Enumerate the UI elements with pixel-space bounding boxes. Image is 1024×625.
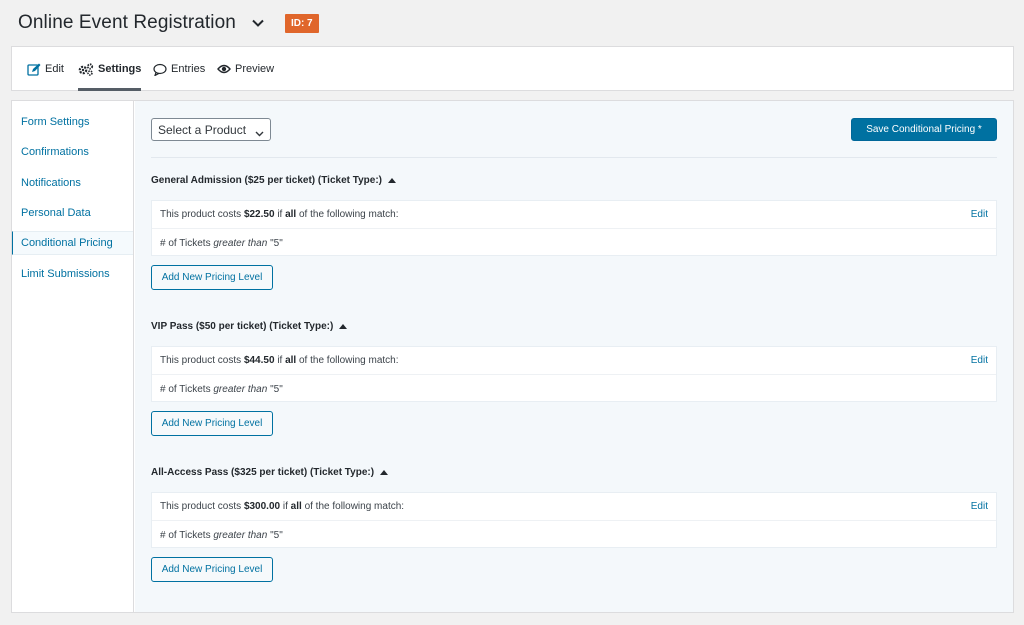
edit-icon [27,63,41,76]
product-select-value: Select a Product [158,122,247,137]
edit-link[interactable]: Edit [971,209,988,220]
condition-operator: greater than [213,383,268,395]
tab-settings-label: Settings [98,63,142,75]
edit-link[interactable]: Edit [971,501,988,512]
add-new-pricing-level-button[interactable]: Add New Pricing Level [151,265,273,290]
add-new-pricing-level-button[interactable]: Add New Pricing Level [151,411,273,436]
summary-suffix: of the following match: [299,209,399,220]
condition-value: "5" [270,529,283,541]
condition-operator: greater than [213,237,268,249]
tab-settings[interactable]: Settings [78,47,142,91]
form-toolbar: Edit Settings Entries Preview [11,46,1014,91]
caret-up-icon [339,324,348,329]
summary-qualifier: all [285,209,297,220]
summary-prefix: This product costs [160,355,242,366]
sidebar-item-confirmations[interactable]: Confirmations [12,140,133,164]
condition-operator: greater than [213,529,268,541]
sidebar-item-notifications[interactable]: Notifications [12,171,133,195]
summary-qualifier: all [285,355,297,366]
condition-value: "5" [270,237,283,249]
summary-qualifier: all [290,501,302,512]
pricing-condition: # of Tickets greater than "5" [152,230,283,256]
tab-entries[interactable]: Entries [153,47,205,91]
tab-edit[interactable]: Edit [27,47,64,91]
pricing-level-price: $22.50 [243,209,275,220]
caret-up-icon [388,178,396,183]
summary-if: if [277,355,283,366]
tab-edit-label: Edit [45,63,64,75]
tab-preview[interactable]: Preview [217,47,274,91]
form-header: Online Event Registration ID: 7 [18,8,319,38]
pricing-condition: # of Tickets greater than "5" [152,376,283,402]
product-select[interactable]: Select a Product [151,118,271,141]
condition-field: # of Tickets [160,237,211,249]
tab-entries-label: Entries [171,63,206,75]
conditional-pricing-content: Select a Product Save Conditional Pricin… [135,101,1013,612]
summary-suffix: of the following match: [299,355,399,366]
pricing-condition: # of Tickets greater than "5" [152,522,283,548]
form-id-badge: ID: 7 [284,13,319,33]
product-section-toggle[interactable]: General Admission ($25 per ticket) (Tick… [151,175,396,186]
settings-sidebar: Form Settings Confirmations Notification… [12,101,134,612]
pricing-level-price: $44.50 [243,355,275,366]
edit-link[interactable]: Edit [971,355,988,366]
pricing-level-box: This product costs $22.50 if all of the … [151,200,997,256]
sidebar-item-form-settings[interactable]: Form Settings [12,110,133,134]
eye-icon [217,64,231,74]
product-section-toggle[interactable]: VIP Pass ($50 per ticket) (Ticket Type:) [151,321,348,332]
divider [151,157,997,158]
product-section-toggle[interactable]: All-Access Pass ($325 per ticket) (Ticke… [151,467,389,478]
condition-field: # of Tickets [160,529,211,541]
form-title: Online Event Registration [18,12,236,33]
pricing-level-summary: This product costs $44.50 if all of the … [152,347,996,375]
product-title: All-Access Pass ($325 per ticket) (Ticke… [151,467,375,478]
chevron-down-icon [255,126,264,140]
product-title: VIP Pass ($50 per ticket) (Ticket Type:) [151,321,334,332]
summary-if: if [277,209,283,220]
save-conditional-pricing-button[interactable]: Save Conditional Pricing * [851,118,997,141]
summary-if: if [282,501,288,512]
add-new-pricing-level-button[interactable]: Add New Pricing Level [151,557,273,582]
settings-panel: Form Settings Confirmations Notification… [11,100,1014,613]
summary-prefix: This product costs [160,501,242,512]
sidebar-item-limit-submissions[interactable]: Limit Submissions [12,262,133,286]
summary-prefix: This product costs [160,209,242,220]
chevron-down-icon[interactable] [252,19,264,27]
gears-icon [78,62,94,76]
pricing-level-summary: This product costs $300.00 if all of the… [152,493,996,521]
caret-up-icon [380,470,389,475]
comment-icon [153,63,167,76]
condition-field: # of Tickets [160,383,211,395]
summary-suffix: of the following match: [304,501,405,512]
product-title: General Admission ($25 per ticket) (Tick… [151,175,382,186]
pricing-level-price: $300.00 [243,501,281,512]
tab-preview-label: Preview [235,63,275,75]
sidebar-item-personal-data[interactable]: Personal Data [12,201,133,225]
pricing-level-box: This product costs $44.50 if all of the … [151,346,997,402]
pricing-level-summary: This product costs $22.50 if all of the … [152,201,996,229]
sidebar-item-conditional-pricing[interactable]: Conditional Pricing [12,231,133,255]
pricing-level-box: This product costs $300.00 if all of the… [151,492,997,548]
condition-value: "5" [270,383,283,395]
